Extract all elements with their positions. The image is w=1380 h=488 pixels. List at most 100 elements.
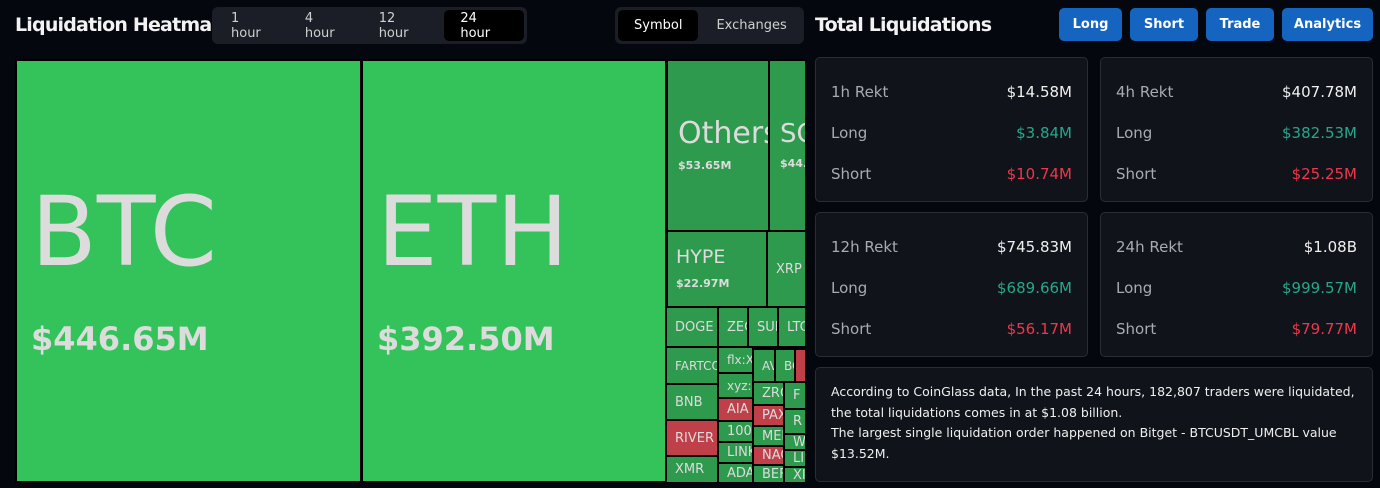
treemap-cell-sui[interactable]: SUI — [748, 307, 778, 347]
cell-symbol: DOGE — [675, 319, 714, 335]
treemap-cell-so[interactable]: SO $44. — [769, 60, 805, 231]
long-value: $999.57M — [1282, 278, 1357, 297]
treemap-cell-av[interactable]: AV — [753, 349, 775, 382]
long-button[interactable]: Long — [1059, 8, 1122, 41]
long-row: Long $3.84M — [831, 112, 1072, 153]
treemap-cell-others[interactable]: Others $53.65M — [667, 60, 769, 231]
treemap-cell-li[interactable]: LI — [784, 450, 805, 467]
short-row: Short $79.77M — [1116, 308, 1357, 349]
cell-symbol: 1000 — [727, 424, 752, 439]
group-tabs: Symbol Exchanges — [615, 7, 804, 44]
short-button[interactable]: Short — [1130, 8, 1198, 41]
period-label: 24h Rekt — [1116, 237, 1183, 256]
time-range-tabs: 1 hour 4 hour 12 hour 24 hour — [212, 7, 527, 44]
cell-symbol: SO — [780, 119, 805, 149]
total-row: 1h Rekt $14.58M — [831, 71, 1072, 112]
short-row: Short $56.17M — [831, 308, 1072, 349]
tab-24-hour[interactable]: 24 hour — [444, 10, 524, 41]
treemap-cell-r[interactable]: R — [784, 409, 805, 434]
long-label: Long — [1116, 278, 1153, 297]
short-value: $56.17M — [1006, 319, 1072, 338]
cell-symbol: ADA — [727, 465, 753, 481]
period-label: 4h Rekt — [1116, 82, 1174, 101]
cell-symbol: NAG — [762, 448, 783, 463]
cell-symbol: flx:X — [727, 353, 753, 367]
long-label: Long — [1116, 123, 1153, 142]
short-label: Short — [831, 164, 872, 183]
tab-12-hour[interactable]: 12 hour — [363, 10, 443, 41]
rekt-card-12h: 12h Rekt $745.83M Long $689.66M Short $56.1… — [815, 212, 1088, 357]
treemap-cell-ada[interactable]: ADA — [718, 463, 753, 483]
treemap-cell-river[interactable]: RIVER — [666, 420, 718, 456]
cell-symbol: LI — [793, 451, 805, 466]
cell-symbol: ZRO — [762, 386, 783, 401]
treemap-cell-bo[interactable]: BO — [775, 349, 795, 382]
cell-symbol: LINK — [727, 445, 752, 460]
treemap-cell-mei[interactable]: MEI — [753, 426, 784, 446]
long-label: Long — [831, 278, 868, 297]
tab-symbol[interactable]: Symbol — [618, 10, 699, 41]
rekt-card-4h: 4h Rekt $407.78M Long $382.53M Short $25.25… — [1100, 57, 1373, 202]
treemap-cell-flxx[interactable]: flx:X — [718, 347, 753, 373]
cell-symbol: W — [793, 434, 805, 450]
cell-symbol: ZEC — [727, 319, 747, 335]
treemap-cell-xrp[interactable]: XRP — [767, 231, 805, 307]
cell-symbol: PAX — [762, 408, 783, 423]
treemap-cell-w[interactable]: W — [784, 434, 805, 450]
treemap-cell-bnb[interactable]: BNB — [666, 384, 718, 420]
short-value: $79.77M — [1291, 319, 1357, 338]
cell-symbol: XRP — [776, 261, 802, 277]
summary-line-1: According to CoinGlass data, In the past… — [831, 384, 1355, 420]
cell-symbol: BTC — [31, 176, 217, 288]
treemap-cell-zro[interactable]: ZRO — [753, 382, 784, 405]
short-label: Short — [1116, 319, 1157, 338]
rekt-card-1h: 1h Rekt $14.58M Long $3.84M Short $10.74M — [815, 57, 1088, 202]
short-row: Short $25.25M — [1116, 153, 1357, 194]
treemap-cell-xyz[interactable]: xyz: — [718, 373, 753, 398]
treemap-cell-xi[interactable]: XI — [784, 467, 805, 483]
short-value: $10.74M — [1006, 164, 1072, 183]
cell-symbol: R — [793, 414, 803, 429]
cell-symbol: HYPE — [676, 246, 726, 268]
cell-symbol: SUI — [757, 319, 778, 335]
treemap-cell-eth[interactable]: ETH $392.50M — [362, 60, 666, 482]
treemap-cell-hype[interactable]: HYPE $22.97M — [667, 231, 767, 307]
summary-box: According to CoinGlass data, In the past… — [815, 367, 1373, 482]
cell-symbol: BEF — [762, 466, 783, 482]
treemap-cell-pax[interactable]: PAX — [753, 405, 784, 426]
total-value: $1.08B — [1303, 237, 1357, 256]
cell-value: $446.65M — [31, 320, 209, 358]
total-row: 24h Rekt $1.08B — [1116, 226, 1357, 267]
summary-line-2: The largest single liquidation order hap… — [831, 425, 1337, 461]
rekt-card-24h: 24h Rekt $1.08B Long $999.57M Short $79.77M — [1100, 212, 1373, 357]
tab-4-hour[interactable]: 4 hour — [289, 10, 361, 41]
cell-symbol: XMR — [675, 462, 705, 477]
treemap-cell-doge[interactable]: DOGE — [666, 307, 718, 347]
period-label: 1h Rekt — [831, 82, 889, 101]
cell-symbol: BNB — [675, 394, 703, 410]
heatmap-title: Liquidation Heatmap — [15, 14, 225, 36]
cell-value: $392.50M — [377, 320, 555, 358]
analytics-button[interactable]: Analytics — [1282, 8, 1373, 41]
tab-1-hour[interactable]: 1 hour — [215, 10, 287, 41]
treemap-cell-aia[interactable]: AIA — [718, 398, 753, 421]
treemap-cell-bef[interactable]: BEF — [753, 465, 784, 483]
treemap-cell-link[interactable]: LINK — [718, 442, 753, 463]
treemap-cell-fartco[interactable]: FARTCO — [666, 347, 718, 384]
tab-exchanges[interactable]: Exchanges — [700, 10, 802, 41]
cell-symbol: ETH — [377, 176, 569, 288]
treemap-cell-1000[interactable]: 1000 — [718, 421, 753, 442]
treemap-cell-f[interactable]: F — [784, 382, 805, 409]
long-row: Long $689.66M — [831, 267, 1072, 308]
treemap-cell-nag[interactable]: NAG — [753, 446, 784, 465]
short-label: Short — [831, 319, 872, 338]
treemap-cell-zec[interactable]: ZEC — [718, 307, 748, 347]
trade-button[interactable]: Trade — [1206, 8, 1274, 41]
treemap-cell-unlabeled[interactable] — [795, 349, 805, 382]
treemap-cell-xmr[interactable]: XMR — [666, 456, 718, 483]
cell-value: $22.97M — [676, 277, 730, 290]
treemap-cell-ltc[interactable]: LTC — [778, 307, 805, 347]
treemap-cell-btc[interactable]: BTC $446.65M — [16, 60, 361, 482]
total-value: $407.78M — [1282, 82, 1357, 101]
total-row: 12h Rekt $745.83M — [831, 226, 1072, 267]
